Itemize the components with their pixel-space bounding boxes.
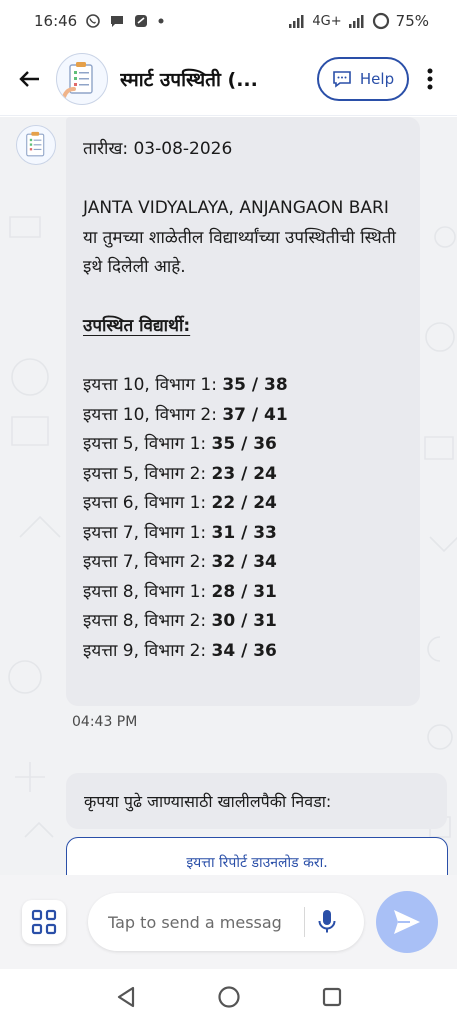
download-class-report-label: इयत्ता रिपोर्ट डाउनलोड करा. (186, 855, 328, 871)
attendance-row: इयत्ता 9, विभाग 2: 34 / 36 (83, 637, 404, 667)
status-bar: 16:46 4G+ 75% (0, 0, 457, 42)
message-intro: JANTA VIDYALAYA, ANJANGAON BARI या तुमच्… (83, 194, 404, 283)
attendance-row: इयत्ता 10, विभाग 1: 35 / 38 (83, 371, 404, 401)
app-icon (133, 13, 149, 29)
attendance-row: इयत्ता 8, विभाग 1: 28 / 31 (83, 578, 404, 608)
system-navigation-bar (0, 969, 457, 1024)
attendance-row: इयत्ता 6, विभाग 1: 22 / 24 (83, 489, 404, 519)
attendance-count: 35 / 38 (222, 375, 288, 395)
battery-icon (372, 12, 390, 30)
help-button[interactable]: Help (317, 56, 409, 101)
class-label: इयत्ता 5, विभाग 2: (83, 463, 212, 484)
nav-recents-button[interactable] (312, 977, 352, 1017)
attendance-row: इयत्ता 5, विभाग 1: 35 / 36 (83, 430, 404, 460)
menu-grid-button[interactable] (22, 900, 66, 944)
prompt-text: कृपया पुढे जाण्यासाठी खालीलपैकी निवडा: (84, 792, 332, 811)
message-date: तारीख: 03-08-2026 (83, 139, 233, 159)
dot-icon (157, 17, 165, 25)
attendance-row: इयत्ता 8, विभाग 2: 30 / 31 (83, 607, 404, 637)
class-label: इयत्ता 8, विभाग 2: (83, 611, 212, 631)
signal-icon (288, 14, 306, 28)
more-options-button[interactable] (415, 67, 445, 91)
status-time: 16:46 (34, 12, 78, 30)
send-button[interactable] (376, 891, 438, 953)
back-button[interactable] (12, 61, 48, 97)
attendance-count: 31 / 33 (211, 522, 277, 543)
download-class-report-button[interactable]: इयत्ता रिपोर्ट डाउनलोड करा. (66, 837, 448, 875)
network-type: 4G+ (312, 13, 342, 29)
kebab-menu-icon (427, 68, 433, 89)
prompt-message-bubble: कृपया पुढे जाण्यासाठी खालीलपैकी निवडा: (66, 773, 447, 829)
attendance-row: इयत्ता 7, विभाग 2: 32 / 34 (83, 548, 404, 578)
attendance-row: इयत्ता 5, विभाग 2: 23 / 24 (83, 460, 404, 490)
attendance-message-bubble: तारीख: 03-08-2026 JANTA VIDYALAYA, ANJAN… (66, 117, 420, 706)
class-label: इयत्ता 7, विभाग 2: (83, 552, 212, 572)
attendance-count: 23 / 24 (211, 463, 277, 484)
attendance-row: इयत्ता 10, विभाग 2: 37 / 41 (83, 401, 404, 431)
signal-icon (348, 14, 366, 28)
whatsapp-icon (85, 13, 101, 29)
message-input[interactable] (108, 912, 298, 932)
present-students-heading: उपस्थित विद्यार्थी: (83, 316, 191, 336)
send-icon (394, 910, 420, 934)
microphone-icon (318, 910, 336, 933)
attendance-count: 30 / 31 (211, 611, 277, 631)
class-label: इयत्ता 8, विभाग 1: (83, 581, 212, 602)
attendance-count: 28 / 31 (211, 581, 277, 602)
square-recents-icon (322, 987, 341, 1006)
school-name: JANTA VIDYALAYA, ANJANGAON BARI (83, 198, 389, 218)
grid-icon (31, 909, 57, 935)
attendance-count: 37 / 41 (222, 404, 288, 425)
bot-avatar[interactable] (56, 52, 108, 105)
app-header: स्मार्ट उपस्थिती (... Help (0, 42, 457, 116)
class-label: इयत्ता 10, विभाग 2: (83, 404, 223, 425)
attendance-count: 32 / 34 (211, 552, 277, 572)
circle-home-icon (217, 985, 240, 1008)
attendance-count: 35 / 36 (211, 434, 277, 454)
help-label: Help (359, 69, 395, 88)
chat-title[interactable]: स्मार्ट उपस्थिती (... (120, 66, 307, 92)
chat-area[interactable]: तारीख: 03-08-2026 JANTA VIDYALAYA, ANJAN… (0, 117, 457, 875)
attendance-count: 22 / 24 (211, 493, 277, 513)
attendance-clipboard-icon (26, 131, 45, 157)
bot-message-avatar (16, 125, 56, 165)
triangle-back-icon (117, 986, 134, 1007)
attendance-count: 34 / 36 (211, 640, 277, 661)
message-timestamp: 04:43 PM (72, 714, 138, 730)
class-label: इयत्ता 10, विभाग 1: (83, 375, 223, 395)
intro-text: या तुमच्या शाळेतील विद्यार्थ्यांच्या उपस… (83, 227, 396, 278)
battery-level: 75% (395, 12, 429, 30)
attendance-clipboard-icon (62, 61, 93, 99)
class-label: इयत्ता 6, विभाग 1: (83, 493, 212, 513)
class-label: इयत्ता 5, विभाग 1: (83, 434, 212, 454)
chat-icon (109, 13, 125, 29)
attendance-list: इयत्ता 10, विभाग 1: 35 / 38 इयत्ता 10, व… (83, 371, 404, 666)
chat-bubble-icon (333, 70, 351, 88)
nav-home-button[interactable] (209, 977, 249, 1017)
arrow-left-icon (19, 70, 39, 87)
class-label: इयत्ता 7, विभाग 1: (83, 522, 212, 543)
attendance-row: इयत्ता 7, विभाग 1: 31 / 33 (83, 519, 404, 549)
message-input-bar (0, 875, 457, 969)
class-label: इयत्ता 9, विभाग 2: (83, 640, 212, 661)
voice-input-button[interactable] (305, 909, 349, 935)
message-input-container (88, 893, 364, 951)
nav-back-button[interactable] (106, 977, 146, 1017)
